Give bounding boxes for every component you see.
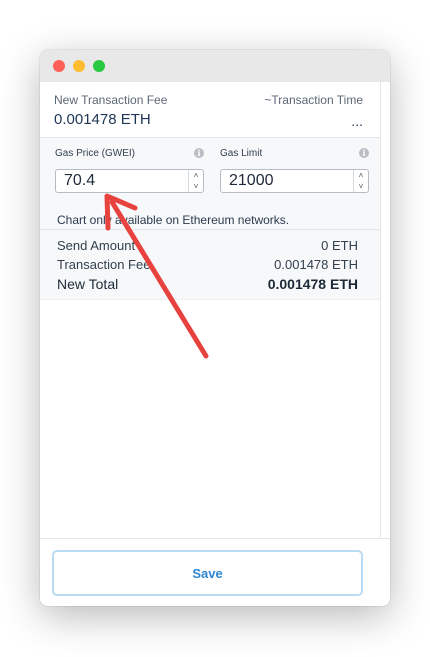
gas-limit-label: Gas Limit <box>220 147 263 159</box>
gas-fee-window: New Transaction Fee 0.001478 ETH ~Transa… <box>40 50 390 606</box>
new-total-label: New Total <box>57 275 119 292</box>
gas-limit-input[interactable] <box>221 170 353 192</box>
minimize-window-button[interactable] <box>73 60 85 72</box>
gas-price-label: Gas Price (GWEI) <box>55 147 136 159</box>
transaction-time-label: ~Transaction Time <box>264 93 363 107</box>
gas-price-input[interactable] <box>56 170 188 192</box>
gas-price-input-box: ˄ ˅ <box>55 169 204 193</box>
gas-price-info-icon[interactable]: i <box>194 148 204 158</box>
gas-limit-info-icon[interactable]: i <box>359 148 369 158</box>
scrollbar[interactable] <box>380 82 390 538</box>
gas-inputs-row: Gas Price (GWEI) i ˄ ˅ Gas Limit i <box>55 146 370 193</box>
new-fee-block: New Transaction Fee 0.001478 ETH <box>54 93 167 137</box>
gas-limit-stepper: ˄ ˅ <box>353 170 368 192</box>
gas-limit-label-row: Gas Limit i <box>220 146 369 160</box>
transaction-fee-value: 0.001478 ETH <box>274 257 358 272</box>
gas-price-field: Gas Price (GWEI) i ˄ ˅ <box>55 146 204 193</box>
transaction-fee-label: Transaction Fee <box>57 257 151 272</box>
save-button[interactable]: Save <box>52 550 363 596</box>
gas-price-increment-icon[interactable]: ˄ <box>189 170 203 181</box>
send-amount-value: 0 ETH <box>321 238 358 253</box>
send-amount-row: Send Amount 0 ETH <box>57 236 358 255</box>
gas-price-stepper: ˄ ˅ <box>188 170 203 192</box>
transaction-time-block: ~Transaction Time ... <box>264 93 363 137</box>
fee-summary-header: New Transaction Fee 0.001478 ETH ~Transa… <box>40 82 380 138</box>
gas-fee-content: New Transaction Fee 0.001478 ETH ~Transa… <box>40 82 380 538</box>
gas-limit-input-box: ˄ ˅ <box>220 169 369 193</box>
totals-section: Send Amount 0 ETH Transaction Fee 0.0014… <box>40 230 380 300</box>
gas-limit-increment-icon[interactable]: ˄ <box>354 170 368 181</box>
gas-inputs-section: Gas Price (GWEI) i ˄ ˅ Gas Limit i <box>40 138 380 230</box>
transaction-time-value: ... <box>351 113 363 129</box>
footer: Save <box>40 538 390 606</box>
new-total-row: New Total 0.001478 ETH <box>57 274 358 293</box>
gas-limit-field: Gas Limit i ˄ ˅ <box>220 146 369 193</box>
new-fee-value: 0.001478 ETH <box>54 111 151 128</box>
gas-price-decrement-icon[interactable]: ˅ <box>189 181 203 192</box>
title-bar <box>40 50 390 82</box>
chart-unavailable-note: Chart only available on Ethereum network… <box>57 213 290 227</box>
gas-limit-decrement-icon[interactable]: ˅ <box>354 181 368 192</box>
zoom-window-button[interactable] <box>93 60 105 72</box>
gas-price-label-row: Gas Price (GWEI) i <box>55 146 204 160</box>
transaction-fee-row: Transaction Fee 0.001478 ETH <box>57 255 358 274</box>
send-amount-label: Send Amount <box>57 238 136 253</box>
new-total-value: 0.001478 ETH <box>267 275 358 292</box>
close-window-button[interactable] <box>53 60 65 72</box>
new-fee-label: New Transaction Fee <box>54 93 168 107</box>
